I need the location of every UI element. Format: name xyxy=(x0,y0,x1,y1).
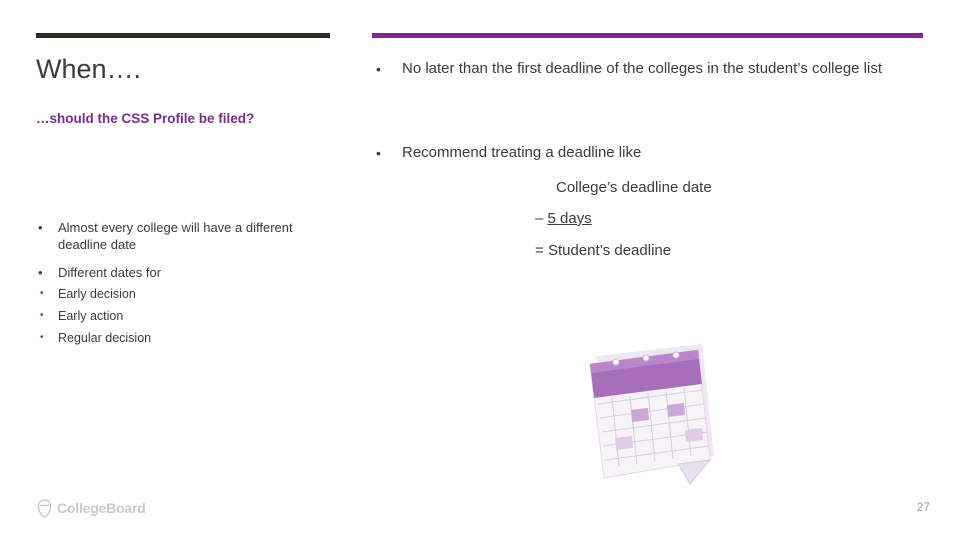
page-number: 27 xyxy=(916,500,930,514)
list-item: • Early action xyxy=(30,305,330,327)
calendar-illustration xyxy=(582,338,722,488)
right-bullet-list: • No later than the first deadline of th… xyxy=(366,58,926,164)
calculation-line-2: – 5 days xyxy=(535,210,592,227)
list-item-text: Early decision xyxy=(58,287,136,301)
bullet-marker: • xyxy=(40,288,44,299)
list-item: • Different dates for xyxy=(30,264,330,281)
bullet-marker: • xyxy=(40,332,44,343)
list-item-text: Different dates for xyxy=(58,265,162,280)
list-item-text: No later than the first deadline of the … xyxy=(402,60,883,77)
collegeboard-logo: CollegeBoard xyxy=(36,497,146,519)
bullet-marker: • xyxy=(376,61,381,77)
logo-text: CollegeBoard xyxy=(57,500,146,516)
left-bullet-list: • Almost every college will have a diffe… xyxy=(30,219,330,349)
bullet-marker: • xyxy=(40,310,44,321)
list-item: • Recommend treating a deadline like xyxy=(366,142,926,164)
calculation-line-3: = Student’s deadline xyxy=(535,242,671,259)
list-item-text: Recommend treating a deadline like xyxy=(402,144,642,161)
calculation-result: Student’s deadline xyxy=(547,242,672,259)
list-item: • No later than the first deadline of th… xyxy=(366,58,926,80)
bullet-marker: • xyxy=(38,220,43,235)
bullet-marker: • xyxy=(376,145,381,161)
page-title: When…. xyxy=(36,54,142,84)
list-item-text: Almost every college will have a differe… xyxy=(58,220,293,252)
slide: When…. …should the CSS Profile be filed?… xyxy=(0,0,960,540)
calculation-operator-minus: – xyxy=(535,210,544,227)
acorn-icon xyxy=(36,498,53,518)
title-rule-left xyxy=(36,33,330,38)
list-item-text: Early action xyxy=(58,309,124,323)
list-item: • Regular decision xyxy=(30,327,330,349)
calculation-value-days: 5 days xyxy=(547,210,592,227)
list-item-text: Regular decision xyxy=(58,331,152,345)
bullet-marker: • xyxy=(38,265,43,280)
title-rule-right xyxy=(372,33,923,38)
list-item: • Early decision xyxy=(30,283,330,305)
list-item: • Almost every college will have a diffe… xyxy=(30,219,330,253)
calculation-operator-equals: = xyxy=(535,242,544,259)
page-subtitle: …should the CSS Profile be filed? xyxy=(36,111,255,126)
calculation-line-1: College’s deadline date xyxy=(556,179,712,196)
left-sub-bullet-list: • Early decision • Early action • Regula… xyxy=(30,283,330,349)
